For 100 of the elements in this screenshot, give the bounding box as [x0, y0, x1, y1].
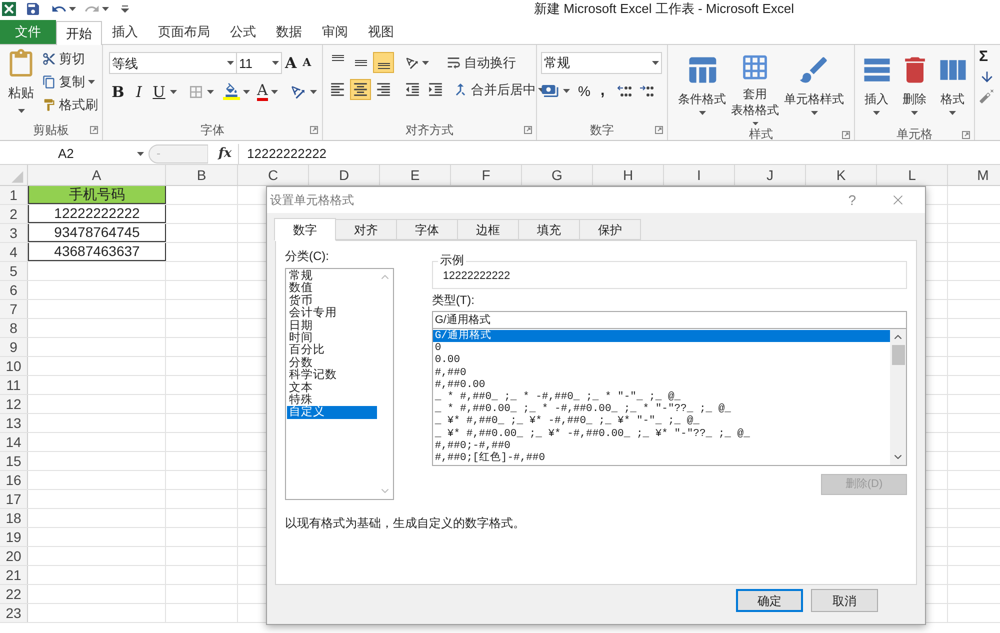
- column-header[interactable]: E: [380, 165, 451, 185]
- number-format-field[interactable]: 常规: [541, 52, 662, 74]
- shrink-font-button[interactable]: A: [302, 55, 312, 72]
- row-header[interactable]: 7: [0, 300, 28, 318]
- category-item[interactable]: 数值: [287, 282, 377, 295]
- dialog-button[interactable]: 确定: [736, 589, 803, 612]
- customize-toolbar-icon[interactable]: [121, 5, 129, 13]
- row-header[interactable]: 19: [0, 528, 28, 546]
- category-item[interactable]: 百分比: [287, 344, 377, 357]
- category-item[interactable]: 时间: [287, 332, 377, 344]
- dialog-tab[interactable]: 对齐: [335, 219, 397, 240]
- row-header[interactable]: 6: [0, 281, 28, 299]
- row-header[interactable]: 4: [0, 243, 28, 261]
- fill-color-icon[interactable]: [223, 83, 240, 100]
- wrap-text-button[interactable]: 自动换行: [445, 52, 516, 72]
- grow-font-button[interactable]: A: [285, 52, 297, 74]
- category-item[interactable]: 特殊: [287, 394, 377, 406]
- row-header[interactable]: 17: [0, 490, 28, 508]
- ribbon-tab[interactable]: 数据: [266, 20, 312, 44]
- row-header[interactable]: 8: [0, 319, 28, 337]
- format-item[interactable]: _ ¥* #,##0.00_ ;_ ¥* -#,##0.00_ ;_ ¥* "-"??_ ;_ @_: [432, 428, 890, 440]
- name-box[interactable]: A2: [0, 144, 148, 164]
- row-header[interactable]: 22: [0, 585, 28, 603]
- ribbon-command[interactable]: 删除: [898, 49, 932, 125]
- font-name-field[interactable]: 等线: [109, 52, 237, 74]
- column-header[interactable]: M: [948, 165, 1000, 185]
- format-item[interactable]: #,##0.00: [432, 378, 890, 391]
- cut-button[interactable]: 剪切: [42, 49, 98, 68]
- category-item[interactable]: 科学记数: [287, 369, 377, 382]
- ribbon-command[interactable]: 插入: [860, 49, 894, 125]
- ribbon-command[interactable]: 条件格式: [678, 49, 726, 125]
- dialog-launcher-icon[interactable]: [962, 131, 970, 139]
- increase-indent-icon[interactable]: [427, 81, 444, 98]
- row-header[interactable]: 11: [0, 376, 28, 394]
- row-header[interactable]: 2: [0, 205, 28, 223]
- save-icon[interactable]: [25, 1, 41, 17]
- ribbon-tab[interactable]: 页面布局: [148, 20, 220, 44]
- dialog-launcher-icon[interactable]: [655, 126, 663, 134]
- category-item[interactable]: 分数: [287, 356, 377, 370]
- horizontal-align-button[interactable]: [350, 79, 371, 100]
- ribbon-tab[interactable]: 插入: [102, 20, 148, 44]
- format-item[interactable]: 0: [432, 342, 890, 354]
- row-header[interactable]: 18: [0, 509, 28, 527]
- format-item[interactable]: _ * #,##0_ ;_ * -#,##0_ ;_ * "-"_ ;_ @_: [432, 390, 890, 404]
- increase-decimal-icon[interactable]: [616, 84, 633, 98]
- column-header[interactable]: A: [28, 165, 166, 185]
- dialog-launcher-icon[interactable]: [524, 126, 532, 134]
- format-item[interactable]: _ * #,##0.00_ ;_ * -#,##0.00_ ;_ * "-"??_ ;_ @_: [432, 403, 890, 416]
- format-item[interactable]: 0.00: [432, 354, 890, 367]
- column-header[interactable]: C: [238, 165, 309, 185]
- row-header[interactable]: 1: [0, 186, 28, 204]
- vertical-align-button[interactable]: [373, 52, 394, 73]
- type-field[interactable]: G/通用格式: [432, 311, 907, 329]
- percent-button[interactable]: %: [578, 80, 590, 102]
- row-header[interactable]: 12: [0, 395, 28, 413]
- copy-button[interactable]: 复制: [42, 72, 98, 91]
- category-item[interactable]: 文本: [287, 382, 377, 394]
- row-header[interactable]: 16: [0, 471, 28, 489]
- row-header[interactable]: 3: [0, 224, 28, 242]
- row-header[interactable]: 5: [0, 262, 28, 280]
- column-header[interactable]: I: [664, 165, 735, 185]
- row-header[interactable]: 23: [0, 604, 28, 622]
- format-item[interactable]: _ ¥* #,##0_ ;_ ¥* -#,##0_ ;_ ¥* "-"_ ;_ @_: [432, 415, 890, 428]
- ribbon-tab[interactable]: 审阅: [312, 20, 358, 44]
- drag-handle-icon[interactable]: [148, 144, 208, 164]
- autosum-button[interactable]: Σ: [979, 48, 995, 66]
- format-painter-button[interactable]: 格式刷: [42, 95, 98, 114]
- format-item[interactable]: #,##0;-#,##0: [432, 440, 890, 452]
- format-item[interactable]: #,##0: [432, 366, 890, 379]
- paste-button[interactable]: 粘贴: [4, 49, 38, 120]
- font-size-field[interactable]: 11: [237, 52, 282, 74]
- dialog-tab[interactable]: 填充: [518, 219, 580, 240]
- font-color-button[interactable]: A: [257, 82, 268, 102]
- row-header[interactable]: 20: [0, 547, 28, 565]
- ribbon-tab[interactable]: 公式: [220, 20, 266, 44]
- column-header[interactable]: F: [451, 165, 522, 185]
- ribbon-command[interactable]: 套用 表格格式: [731, 49, 779, 125]
- column-header[interactable]: J: [735, 165, 806, 185]
- row-header[interactable]: 13: [0, 414, 28, 432]
- dialog-tab[interactable]: 保护: [579, 219, 641, 240]
- category-item[interactable]: 常规: [287, 270, 377, 282]
- dialog-tab[interactable]: 字体: [396, 219, 458, 240]
- format-item[interactable]: #,##0;[红色]-#,##0: [432, 452, 890, 464]
- spreadsheet-logo-icon[interactable]: [1, 1, 17, 17]
- italic-button[interactable]: I: [130, 80, 148, 103]
- column-header[interactable]: H: [593, 165, 664, 185]
- ribbon-command[interactable]: 格式: [936, 49, 970, 125]
- ribbon-tab[interactable]: 视图: [358, 20, 404, 44]
- category-item[interactable]: 日期: [287, 320, 377, 332]
- dialog-launcher-icon[interactable]: [310, 126, 318, 134]
- dialog-button[interactable]: 取消: [811, 589, 878, 612]
- ribbon-tab[interactable]: 开始: [56, 21, 102, 45]
- ribbon-tab[interactable]: 文件: [0, 20, 56, 44]
- row-header[interactable]: 9: [0, 338, 28, 356]
- category-item[interactable]: 自定义: [287, 406, 377, 419]
- row-header[interactable]: 21: [0, 566, 28, 584]
- fill-down-icon[interactable]: [979, 69, 995, 85]
- category-item[interactable]: 会计专用: [287, 307, 377, 320]
- dialog-launcher-icon[interactable]: [842, 131, 850, 139]
- dialog-launcher-icon[interactable]: [90, 126, 98, 134]
